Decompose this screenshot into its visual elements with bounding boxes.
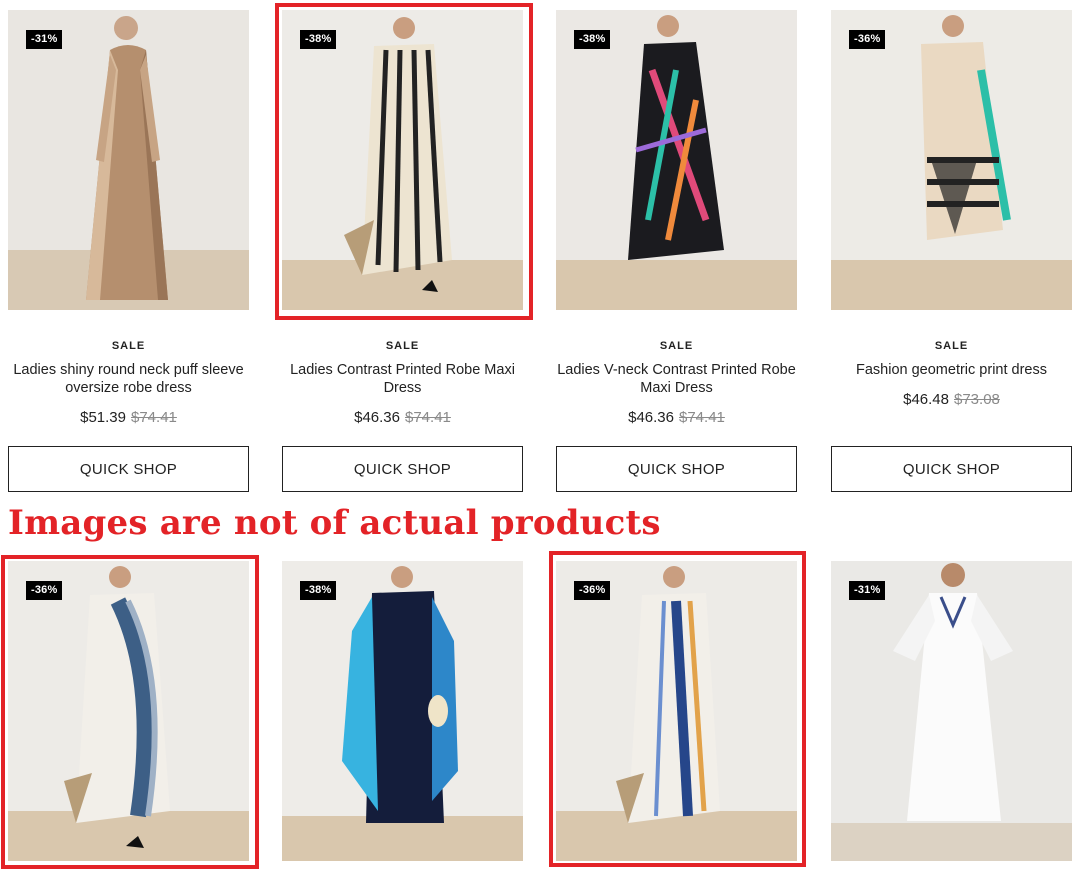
product-image[interactable] [282, 561, 523, 861]
product-image[interactable] [8, 561, 249, 861]
sale-price: $46.36 [628, 409, 674, 426]
product-info: SALE Ladies Contrast Printed Robe Maxi D… [282, 340, 523, 426]
quick-shop-button[interactable]: QUICK SHOP [831, 446, 1072, 492]
price-row: $46.36 $74.41 [556, 409, 797, 426]
product-card[interactable]: -38% [556, 10, 797, 310]
product-image[interactable] [556, 561, 797, 861]
original-price: $74.41 [131, 409, 177, 426]
product-info: SALE Fashion geometric print dress $46.4… [831, 340, 1072, 408]
product-info: SALE Ladies shiny round neck puff sleeve… [8, 340, 249, 426]
product-card[interactable]: -36% [556, 561, 797, 861]
sale-price: $46.36 [354, 409, 400, 426]
product-card[interactable]: -38% [282, 10, 523, 310]
discount-badge: -36% [26, 581, 63, 600]
discount-badge: -31% [26, 30, 63, 49]
discount-badge: -36% [574, 581, 611, 600]
product-card[interactable]: -36% [831, 10, 1072, 310]
product-image[interactable] [556, 10, 797, 310]
product-image[interactable] [831, 561, 1072, 861]
discount-badge: -38% [574, 30, 611, 49]
quick-shop-button[interactable]: QUICK SHOP [556, 446, 797, 492]
discount-badge: -31% [849, 581, 886, 600]
discount-badge: -36% [849, 30, 886, 49]
product-card[interactable]: -38% [282, 561, 523, 861]
sale-label: SALE [385, 340, 420, 352]
product-card[interactable]: -31% [8, 10, 249, 310]
discount-badge: -38% [300, 30, 337, 49]
price-row: $51.39 $74.41 [8, 409, 249, 426]
product-card[interactable]: -36% [8, 561, 249, 861]
original-price: $74.41 [405, 409, 451, 426]
sale-label: SALE [659, 340, 694, 352]
sale-label: SALE [934, 340, 969, 352]
quick-shop-button[interactable]: QUICK SHOP [8, 446, 249, 492]
product-card[interactable]: -31% [831, 561, 1072, 861]
sale-label: SALE [111, 340, 146, 352]
price-row: $46.48 $73.08 [831, 391, 1072, 408]
product-name[interactable]: Ladies shiny round neck puff sleeve over… [8, 361, 249, 397]
product-image[interactable] [282, 10, 523, 310]
annotation-headline: Images are not of actual products [8, 503, 661, 543]
price-row: $46.36 $74.41 [282, 409, 523, 426]
sale-price: $51.39 [80, 409, 126, 426]
discount-badge: -38% [300, 581, 337, 600]
product-name[interactable]: Ladies Contrast Printed Robe Maxi Dress [282, 361, 523, 397]
product-image[interactable] [8, 10, 249, 310]
product-name[interactable]: Ladies V-neck Contrast Printed Robe Maxi… [556, 361, 797, 397]
quick-shop-button[interactable]: QUICK SHOP [282, 446, 523, 492]
sale-price: $46.48 [903, 391, 949, 408]
product-image[interactable] [831, 10, 1072, 310]
product-info: SALE Ladies V-neck Contrast Printed Robe… [556, 340, 797, 426]
original-price: $74.41 [679, 409, 725, 426]
original-price: $73.08 [954, 391, 1000, 408]
